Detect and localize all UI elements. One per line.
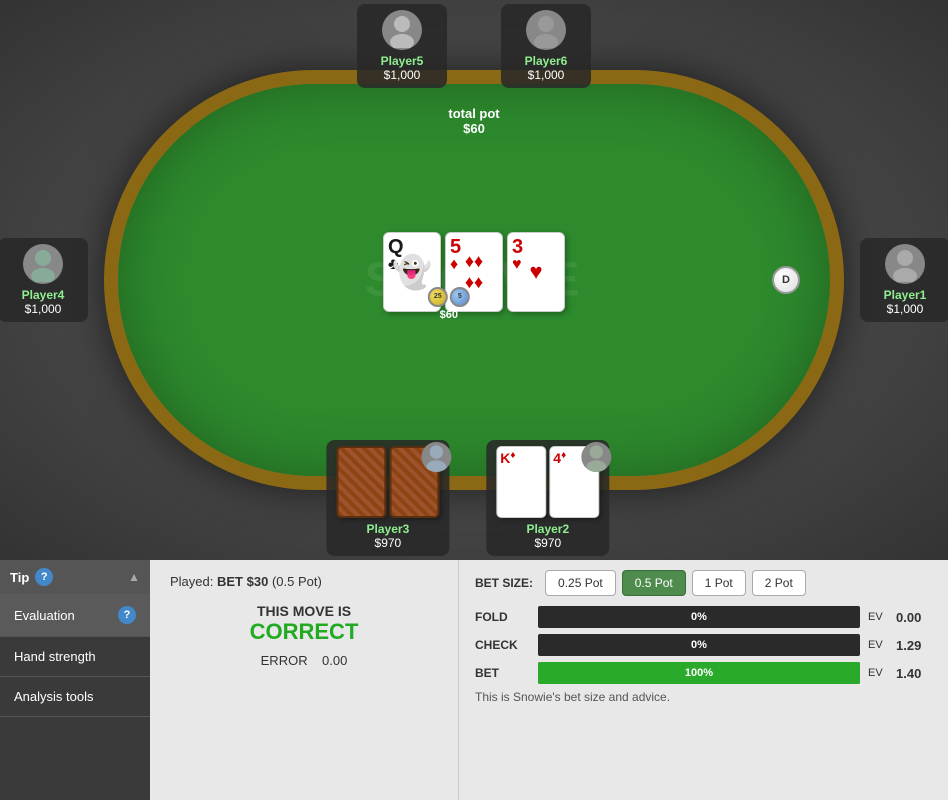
fold-label: FOLD [475,610,530,624]
player1-box: Player1 $1,000 [860,238,948,322]
sidebar-item-analysis-tools[interactable]: Analysis tools [0,677,150,717]
player1-stack: $1,000 [870,302,940,316]
sidebar-item-hand-strength[interactable]: Hand strength [0,637,150,677]
player5-avatar [382,10,422,50]
sidebar-item-evaluation[interactable]: Evaluation ? [0,594,150,637]
player2-stack: $970 [496,536,599,550]
check-ev-value: 1.29 [896,638,932,653]
bottom-panel: Tip ? ▲ Evaluation ? Hand strength Analy… [0,560,948,800]
player6-name: Player6 [511,54,581,68]
player3-name: Player3 [336,522,439,536]
expand-icon[interactable]: ▲ [128,570,140,584]
played-action: BET $30 [217,574,268,589]
bet-pct: 100% [685,667,713,679]
player2-card1: K ♦ [496,446,546,518]
chips-center: 25 5 $60 [428,287,470,321]
played-line: Played: BET $30 (0.5 Pot) [170,574,438,589]
player2-avatar [581,442,611,472]
check-ev-label: EV [868,639,888,651]
player4-name: Player4 [8,288,78,302]
sidebar: Tip ? ▲ Evaluation ? Hand strength Analy… [0,560,150,800]
player1-name: Player1 [870,288,940,302]
dealer-button: D [772,266,800,294]
help-icon[interactable]: ? [35,568,53,586]
bet-ev-label: EV [868,667,888,679]
fold-bar: 0% [538,606,860,628]
analysis-tools-label: Analysis tools [14,689,93,704]
pot-label: total pot [448,106,499,121]
played-detail: (0.5 Pot) [272,574,322,589]
this-move: THIS MOVE IS CORRECT [170,603,438,645]
error-label: ERROR [261,653,308,668]
bet-05-button[interactable]: 0.5 Pot [622,570,686,596]
tip-bar: Tip ? ▲ [0,560,150,594]
player5-box: Player5 $1,000 [357,4,447,88]
poker-table: SNOWIE total pot $60 Q ♣ 👻 5 ♦ ♦♦♦♦ 3 [104,70,844,490]
snowie-advice: This is Snowie's bet size and advice. [475,690,932,704]
chip-stack: 25 5 [428,287,470,307]
check-pct: 0% [691,639,707,651]
bet-025-button[interactable]: 0.25 Pot [545,570,616,596]
fold-row: FOLD 0% EV 0.00 [475,606,932,628]
hand-strength-label: Hand strength [14,649,96,664]
player4-stack: $1,000 [8,302,78,316]
this-move-label: THIS MOVE IS [170,603,438,619]
player3-avatar [421,442,451,472]
bet-row: BET 100% EV 1.40 [475,662,932,684]
bet-label: BET [475,666,530,680]
played-label: Played: [170,574,213,589]
bet-size-row: BET SIZE: 0.25 Pot 0.5 Pot 1 Pot 2 Pot [475,570,932,596]
check-row: CHECK 0% EV 1.29 [475,634,932,656]
poker-table-area: SNOWIE total pot $60 Q ♣ 👻 5 ♦ ♦♦♦♦ 3 [0,0,948,560]
right-panel: BET SIZE: 0.25 Pot 0.5 Pot 1 Pot 2 Pot F… [458,560,948,800]
player3-stack: $970 [336,536,439,550]
bet-1-button[interactable]: 1 Pot [692,570,746,596]
player6-avatar [526,10,566,50]
fold-pct: 0% [691,611,707,623]
this-move-correct: CORRECT [170,619,438,645]
error-value: 0.00 [322,653,347,668]
chip-1: 25 [428,287,448,307]
check-bar: 0% [538,634,860,656]
player5-stack: $1,000 [367,68,437,82]
chip-amount: $60 [440,309,458,321]
player4-box: Player4 $1,000 [0,238,88,322]
error-line: ERROR 0.00 [170,653,438,668]
bet-size-label: BET SIZE: [475,576,533,590]
evaluation-label: Evaluation [14,608,75,623]
chip-2: 5 [450,287,470,307]
bet-bar: 100% [538,662,860,684]
player6-box: Player6 $1,000 [501,4,591,88]
player3-card1 [336,446,386,518]
bet-ev-value: 1.40 [896,666,932,681]
evaluation-help-icon[interactable]: ? [118,606,136,624]
community-card-3: 3 ♥ ♥ [507,232,565,312]
player3-box: Player3 $970 [326,440,449,556]
player5-name: Player5 [367,54,437,68]
bet-2-button[interactable]: 2 Pot [752,570,806,596]
player2-name: Player2 [496,522,599,536]
tip-label: Tip [10,570,29,585]
player1-avatar [885,244,925,284]
community-cards: Q ♣ 👻 5 ♦ ♦♦♦♦ 3 ♥ ♥ [383,232,565,312]
fold-ev-label: EV [868,611,888,623]
pot-amount: $60 [448,121,499,136]
player6-stack: $1,000 [511,68,581,82]
player4-avatar [23,244,63,284]
pot-display: total pot $60 [448,106,499,136]
player2-box: K ♦ 4 ♦ Player2 $970 [486,440,609,556]
evaluation-area: Played: BET $30 (0.5 Pot) THIS MOVE IS C… [150,560,458,800]
main-content: Played: BET $30 (0.5 Pot) THIS MOVE IS C… [150,560,458,800]
check-label: CHECK [475,638,530,652]
fold-ev-value: 0.00 [896,610,932,625]
